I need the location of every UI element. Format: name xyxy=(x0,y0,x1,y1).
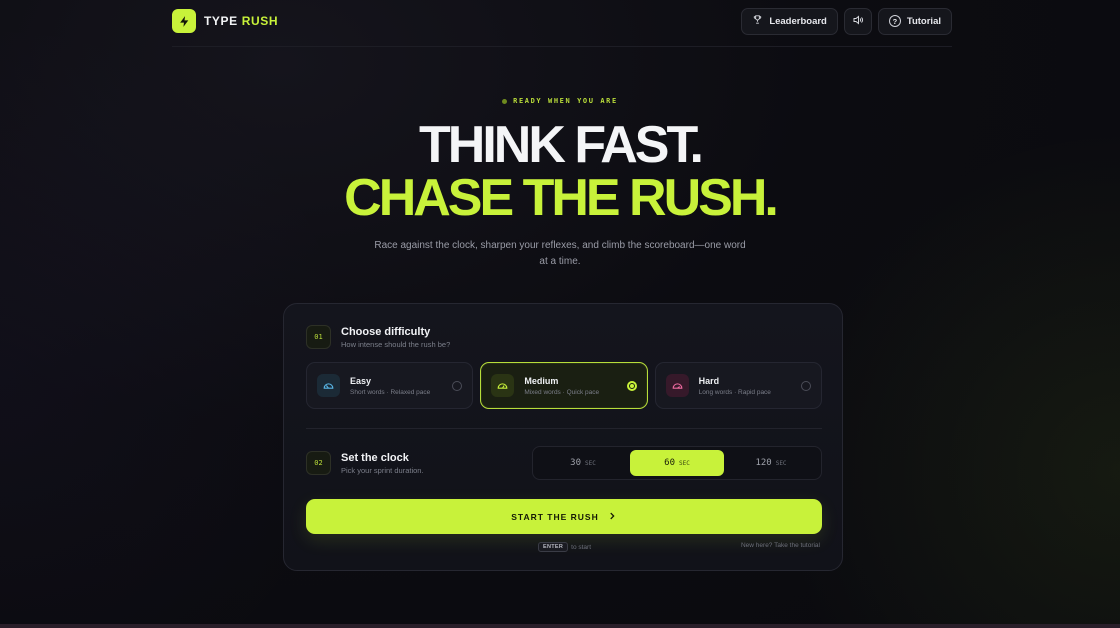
lightning-bolt-icon xyxy=(172,9,196,33)
duration-value: 120 xyxy=(755,458,772,468)
section-divider xyxy=(306,428,822,429)
brand-name-main: TYPE xyxy=(204,14,238,28)
start-button-label: START THE RUSH xyxy=(511,511,599,522)
difficulty-desc: Short words · Relaxed pace xyxy=(350,388,431,396)
hero-headline-line2: CHASE THE RUSH. xyxy=(344,169,779,227)
tutorial-link[interactable]: New here? Take the tutorial xyxy=(741,542,820,549)
speedometer-high-icon xyxy=(665,374,689,397)
duration-value: 60 xyxy=(664,458,675,468)
enter-hint-text: to start xyxy=(571,543,592,551)
duration-option-30[interactable]: 30 SEC xyxy=(536,450,630,476)
sound-toggle-button[interactable] xyxy=(843,7,872,35)
difficulty-option-easy[interactable]: Easy Short words · Relaxed pace xyxy=(306,362,474,409)
difficulty-radio[interactable] xyxy=(452,381,463,391)
duration-selector: 30 SEC 60 SEC 120 SEC xyxy=(532,446,822,480)
speedometer-mid-icon xyxy=(491,374,515,397)
chevron-right-icon xyxy=(607,511,617,523)
step-badge: 02 xyxy=(306,451,331,475)
brand-name: TYPE RUSH xyxy=(204,14,278,28)
enter-hint: ENTER to start xyxy=(538,542,591,552)
difficulty-name: Easy xyxy=(350,375,372,386)
eyebrow-text: READY WHEN YOU ARE xyxy=(513,97,618,105)
difficulty-name: Medium xyxy=(524,375,559,386)
duration-option-120[interactable]: 120 SEC xyxy=(724,450,818,476)
header-nav: Leaderboard ? Tutorial xyxy=(741,7,952,35)
enter-key: ENTER xyxy=(538,542,569,552)
tutorial-button[interactable]: ? Tutorial xyxy=(877,7,952,35)
step-badge: 01 xyxy=(306,325,331,349)
clock-subtitle: Pick your sprint duration. xyxy=(341,465,424,475)
difficulty-desc: Long words · Rapid pace xyxy=(698,388,771,396)
window-bottom-edge xyxy=(0,624,1120,628)
difficulty-option-medium[interactable]: Medium Mixed words · Quick pace xyxy=(480,362,648,409)
difficulty-name: Hard xyxy=(698,375,720,386)
game-setup-card: 01 Choose difficulty How intense should … xyxy=(283,303,843,571)
difficulty-desc: Mixed words · Quick pace xyxy=(524,388,600,396)
speedometer-low-icon xyxy=(317,374,340,397)
start-button[interactable]: START THE RUSH xyxy=(306,499,822,534)
difficulty-header: 01 Choose difficulty How intense should … xyxy=(306,325,450,349)
hero-headline-line1: THINK FAST. xyxy=(419,116,704,174)
tutorial-label: Tutorial xyxy=(906,15,941,27)
difficulty-title: Choose difficulty xyxy=(341,325,431,338)
difficulty-radio-selected[interactable] xyxy=(626,381,637,391)
difficulty-subtitle: How intense should the rush be? xyxy=(341,339,451,349)
tutorial-link-text: New here? Take the tutorial xyxy=(740,542,820,549)
leaderboard-button[interactable]: Leaderboard xyxy=(741,7,838,35)
leaderboard-label: Leaderboard xyxy=(769,15,827,27)
duration-value: 30 xyxy=(570,458,581,468)
top-bar: TYPE RUSH Leaderboard ? Tutorial xyxy=(172,6,952,36)
status-dot-icon xyxy=(502,98,508,104)
duration-option-60[interactable]: 60 SEC xyxy=(630,450,724,476)
duration-unit: SEC xyxy=(679,459,690,467)
difficulty-option-hard[interactable]: Hard Long words · Rapid pace xyxy=(654,362,822,409)
header-divider xyxy=(172,46,952,47)
brand[interactable]: TYPE RUSH xyxy=(172,9,278,33)
difficulty-options: Easy Short words · Relaxed pace Medium M… xyxy=(306,362,822,409)
duration-unit: SEC xyxy=(775,459,787,467)
trophy-icon xyxy=(752,14,763,28)
hero-subtitle: Race against the clock, sharpen your ref… xyxy=(374,240,746,267)
duration-unit: SEC xyxy=(585,459,596,467)
clock-header: 02 Set the clock Pick your sprint durati… xyxy=(306,451,424,475)
clock-title: Set the clock xyxy=(341,451,409,464)
speaker-icon xyxy=(852,14,864,29)
hero-eyebrow: READY WHEN YOU ARE xyxy=(0,97,1120,105)
difficulty-radio[interactable] xyxy=(800,381,811,391)
brand-name-accent: RUSH xyxy=(241,14,279,28)
help-circle-icon: ? xyxy=(888,15,901,27)
